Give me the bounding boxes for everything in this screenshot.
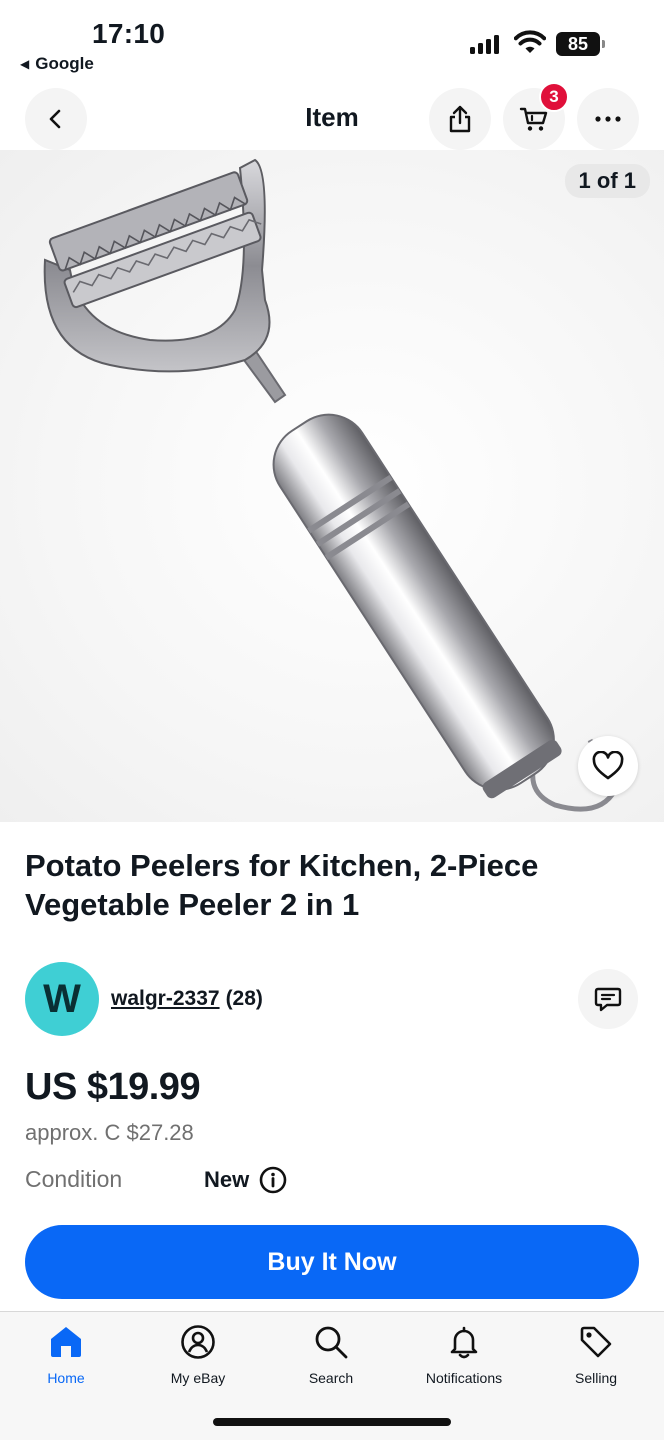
seller-info: W walgr-2337 (28) — [25, 962, 263, 1036]
profile-icon — [181, 1325, 215, 1359]
seller-avatar[interactable]: W — [25, 962, 99, 1036]
tab-label: My eBay — [170, 1370, 226, 1386]
item-title: Potato Peelers for Kitchen, 2-Piece Vege… — [25, 848, 539, 922]
message-icon — [594, 987, 622, 1012]
home-indicator — [213, 1418, 451, 1426]
image-counter: 1 of 1 — [564, 164, 650, 198]
contact-seller-button[interactable] — [578, 969, 638, 1029]
search-icon — [315, 1326, 348, 1359]
tab-label: Search — [308, 1370, 354, 1386]
more-options-button[interactable] — [577, 88, 639, 150]
info-icon[interactable] — [259, 1166, 287, 1194]
tag-icon — [580, 1326, 612, 1358]
item-image-gallery[interactable]: 1 of 1 — [0, 150, 664, 822]
back-triangle-icon: ◀ — [20, 57, 30, 71]
cart-count-badge: 3 — [539, 82, 569, 112]
tab-selling[interactable]: Selling — [541, 1324, 651, 1386]
share-icon — [449, 105, 471, 133]
heart-icon — [592, 751, 624, 780]
status-time: 17:10 — [92, 18, 166, 49]
tab-label: Notifications — [425, 1370, 503, 1386]
cart-button[interactable]: 3 — [503, 82, 569, 150]
bell-icon — [450, 1326, 478, 1359]
battery-indicator: 85 — [556, 32, 605, 56]
condition-text: New — [204, 1167, 250, 1192]
item-price: US $19.99 — [25, 1066, 201, 1108]
seller-name-link[interactable]: walgr-2337 — [111, 987, 220, 1011]
tab-label: Selling — [574, 1370, 618, 1386]
wifi-icon — [514, 30, 546, 53]
back-button[interactable] — [25, 88, 87, 150]
more-horizontal-icon — [595, 116, 621, 122]
watch-button[interactable] — [578, 736, 638, 796]
tab-my-ebay[interactable]: My eBay — [143, 1324, 253, 1386]
home-icon — [51, 1327, 81, 1357]
condition-value: New — [204, 1166, 287, 1194]
cellular-signal-icon — [470, 34, 499, 54]
back-app-label: Google — [35, 54, 94, 73]
back-to-app-link[interactable]: ◀ Google — [20, 54, 94, 74]
tab-home[interactable]: Home — [11, 1324, 121, 1386]
status-bar: 17:10 ◀ Google 85 — [0, 0, 664, 84]
approx-price: approx. C $27.28 — [25, 1120, 194, 1145]
buy-it-now-button[interactable]: Buy It Now — [25, 1225, 639, 1299]
tab-search[interactable]: Search — [276, 1324, 386, 1386]
chevron-left-icon — [49, 109, 61, 129]
tab-label: Home — [47, 1370, 85, 1386]
condition-label: Condition — [25, 1166, 123, 1192]
vegetable-peeler-image — [43, 158, 618, 812]
share-button[interactable] — [429, 88, 491, 150]
tab-notifications[interactable]: Notifications — [409, 1324, 519, 1386]
seller-feedback-score: (28) — [225, 987, 263, 1010]
top-navigation: Item 3 — [0, 82, 664, 150]
